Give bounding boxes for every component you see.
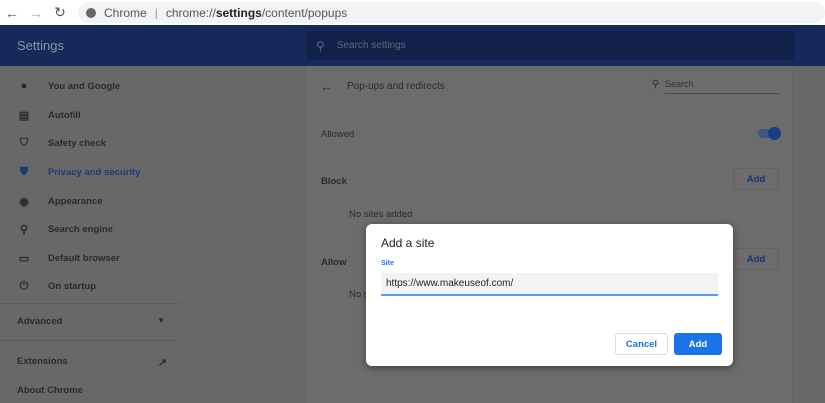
url-text: chrome://settings/content/popups — [166, 6, 347, 20]
url-path: /content/popups — [261, 5, 348, 20]
back-icon[interactable]: ← — [0, 5, 24, 21]
back-arrow-icon[interactable]: ← — [320, 79, 333, 94]
sidebar-item-on-startup[interactable]: ⏻ On startup — [0, 274, 96, 298]
sidebar-item-label: Default browser — [48, 252, 120, 264]
sidebar-item-privacy-and-security[interactable]: ⛊ Privacy and security — [0, 160, 141, 184]
sidebar: ● You and Google ▤ Autofill ⛉ Safety check … — [0, 66, 300, 403]
sidebar-item-label: Search engine — [48, 223, 113, 235]
cancel-button[interactable]: Cancel — [615, 333, 668, 355]
search-icon: ⚲ — [19, 223, 29, 236]
site-field-label: Site — [381, 260, 394, 267]
shield-icon: ⛊ — [19, 165, 29, 178]
palette-icon: ◉ — [19, 195, 29, 208]
section-title: Pop-ups and redirects — [347, 81, 445, 92]
sidebar-item-label: Safety check — [48, 137, 107, 149]
add-button[interactable]: Add — [674, 333, 722, 355]
allow-add-button[interactable]: Add — [733, 248, 779, 270]
page-title: Settings — [17, 38, 64, 53]
settings-header: Settings ⚲ Search settings — [0, 25, 825, 66]
sidebar-extensions[interactable]: Extensions ↗ — [17, 356, 167, 369]
external-link-icon: ↗ — [157, 357, 167, 369]
sidebar-item-label: You and Google — [48, 80, 121, 92]
block-add-button[interactable]: Add — [733, 168, 779, 190]
address-bar[interactable]: Chrome | chrome://settings/content/popup… — [78, 2, 825, 23]
brand-label: Chrome — [104, 5, 147, 20]
sidebar-item-you-and-google[interactable]: ● You and Google — [0, 74, 120, 98]
sidebar-item-autofill[interactable]: ▤ Autofill — [0, 103, 81, 127]
divider — [0, 303, 180, 304]
clipboard-icon: ▤ — [18, 109, 30, 122]
browser-toolbar: ← → ↻ Chrome | chrome://settings/content… — [0, 0, 825, 25]
sidebar-about-chrome[interactable]: About Chrome — [17, 385, 83, 396]
chevron-down-icon: ▼ — [157, 316, 165, 325]
advanced-label: Advanced — [17, 316, 63, 327]
section-search-input[interactable]: Search — [665, 79, 779, 94]
site-input[interactable]: https://www.makeuseof.com/ — [381, 273, 718, 296]
chrome-icon — [86, 7, 96, 18]
search-icon: ⚲ — [652, 79, 660, 90]
forward-icon[interactable]: → — [24, 5, 48, 21]
sidebar-item-safety-check[interactable]: ⛉ Safety check — [0, 131, 106, 155]
browser-icon: ▭ — [18, 252, 30, 265]
reload-icon[interactable]: ↻ — [48, 4, 72, 21]
sidebar-item-label: Appearance — [48, 195, 103, 207]
separator: | — [154, 5, 158, 20]
search-placeholder: Search settings — [336, 40, 406, 51]
divider — [0, 340, 180, 341]
sidebar-item-default-browser[interactable]: ▭ Default browser — [0, 246, 120, 270]
sidebar-item-label: On startup — [48, 280, 97, 292]
sidebar-item-appearance[interactable]: ◉ Appearance — [0, 189, 102, 213]
sidebar-item-search-engine[interactable]: ⚲ Search engine — [0, 217, 113, 241]
url-host: settings — [215, 5, 262, 20]
search-icon: ⚲ — [316, 38, 325, 53]
allowed-label: Allowed — [321, 129, 355, 140]
power-icon: ⏻ — [19, 279, 29, 292]
search-settings-input[interactable]: ⚲ Search settings — [306, 31, 794, 60]
add-site-dialog: Add a site Site https://www.makeuseof.co… — [366, 224, 733, 366]
sidebar-item-label: Autofill — [48, 109, 81, 121]
allow-label: Allow — [321, 257, 347, 268]
shield-check-icon: ⛉ — [19, 136, 29, 149]
extensions-label: Extensions — [17, 356, 68, 367]
sidebar-advanced[interactable]: Advanced ▼ — [17, 316, 165, 327]
person-icon: ● — [20, 80, 28, 92]
allowed-toggle[interactable] — [758, 127, 781, 140]
block-empty-text: No sites added — [349, 209, 413, 220]
block-label: Block — [321, 176, 347, 187]
sidebar-item-label: Privacy and security — [48, 166, 141, 178]
dialog-title: Add a site — [381, 236, 435, 250]
url-prefix: chrome:// — [165, 5, 216, 20]
